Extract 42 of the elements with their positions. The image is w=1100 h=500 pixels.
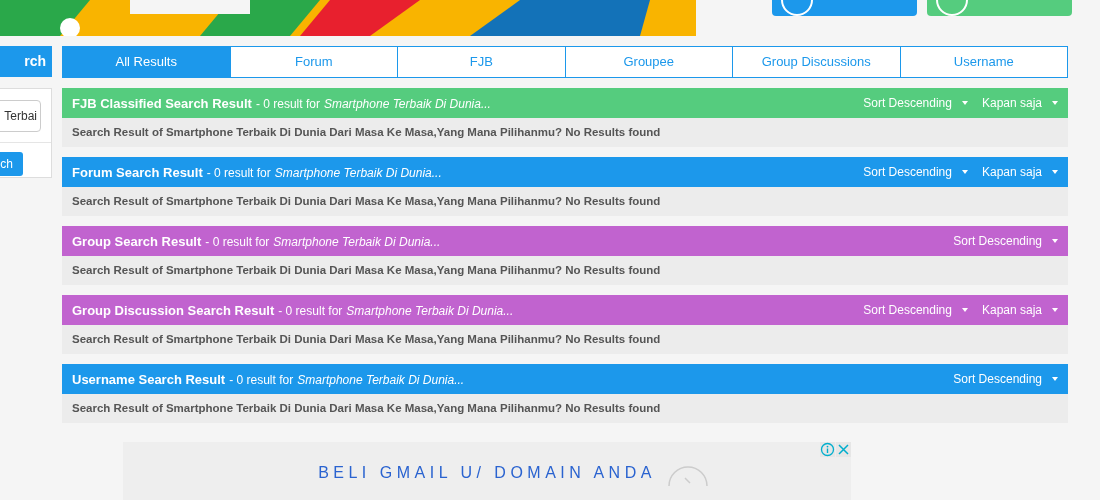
search-query: Smartphone Terbaik Di Dunia...: [346, 303, 514, 318]
no-results-text: Search Result of Smartphone Terbaik Di Dunia Dari Masa Ke Masa,Yang Mana Pilihanmu? No Results found: [72, 195, 661, 207]
result-count: - 0 result for: [229, 372, 294, 387]
sort-dropdown[interactable]: Sort Descending: [953, 234, 1058, 248]
search-query: Smartphone Terbaik Di Dunia...: [297, 372, 465, 387]
search-heading: rch: [0, 46, 52, 77]
tab[interactable]: Username: [899, 47, 1067, 77]
create-button[interactable]: [927, 0, 1072, 16]
time-dropdown[interactable]: Kapan saja: [981, 96, 1058, 110]
no-results-text: Search Result of Smartphone Terbaik Di Dunia Dari Masa Ke Masa,Yang Mana Pilihanmu? No Results found: [72, 333, 661, 345]
thread-button[interactable]: [772, 0, 917, 16]
tab[interactable]: Groupee: [564, 47, 732, 77]
section-title: Forum Search Result: [72, 164, 203, 180]
ad-text: BELI GMAIL U/ DOMAIN ANDA: [318, 464, 656, 483]
result-count: - 0 result for: [255, 96, 320, 111]
result-count: - 0 result for: [206, 165, 271, 180]
no-results-text: Search Result of Smartphone Terbaik Di Dunia Dari Masa Ke Masa,Yang Mana Pilihanmu? No Results found: [72, 264, 661, 276]
tab[interactable]: All Results: [63, 47, 230, 77]
sort-dropdown[interactable]: Sort Descending: [953, 372, 1058, 386]
sort-dropdown[interactable]: Sort Descending: [863, 303, 968, 317]
result-count: - 0 result for: [205, 234, 270, 249]
section-title: Username Search Result: [72, 371, 226, 387]
time-dropdown[interactable]: Kapan saja: [981, 165, 1058, 179]
search-button[interactable]: ch: [0, 152, 23, 176]
search-query: Smartphone Terbaik Di Dunia...: [274, 165, 442, 180]
section-title: FJB Classified Search Result: [72, 95, 252, 111]
no-results-text: Search Result of Smartphone Terbaik Di Dunia Dari Masa Ke Masa,Yang Mana Pilihanmu? No Results found: [72, 402, 661, 414]
sort-dropdown[interactable]: Sort Descending: [863, 96, 968, 110]
sort-dropdown[interactable]: Sort Descending: [863, 165, 968, 179]
time-dropdown[interactable]: Kapan saja: [981, 303, 1058, 317]
close-icon[interactable]: [836, 442, 851, 457]
result-count: - 0 result for: [278, 303, 343, 318]
search-query: Smartphone Terbaik Di Dunia...: [323, 96, 491, 111]
section-title: Group Search Result: [72, 233, 202, 249]
info-icon[interactable]: [820, 442, 835, 457]
search-field[interactable]: Terbai: [0, 100, 41, 132]
tab[interactable]: FJB: [397, 47, 565, 77]
no-results-text: Search Result of Smartphone Terbaik Di Dunia Dari Masa Ke Masa,Yang Mana Pilihanmu? No Results found: [72, 126, 661, 138]
search-query: Smartphone Terbaik Di Dunia...: [273, 234, 441, 249]
tab[interactable]: Forum: [229, 47, 397, 77]
tab[interactable]: Group Discussions: [732, 47, 900, 77]
section-title: Group Discussion Search Result: [72, 302, 275, 318]
